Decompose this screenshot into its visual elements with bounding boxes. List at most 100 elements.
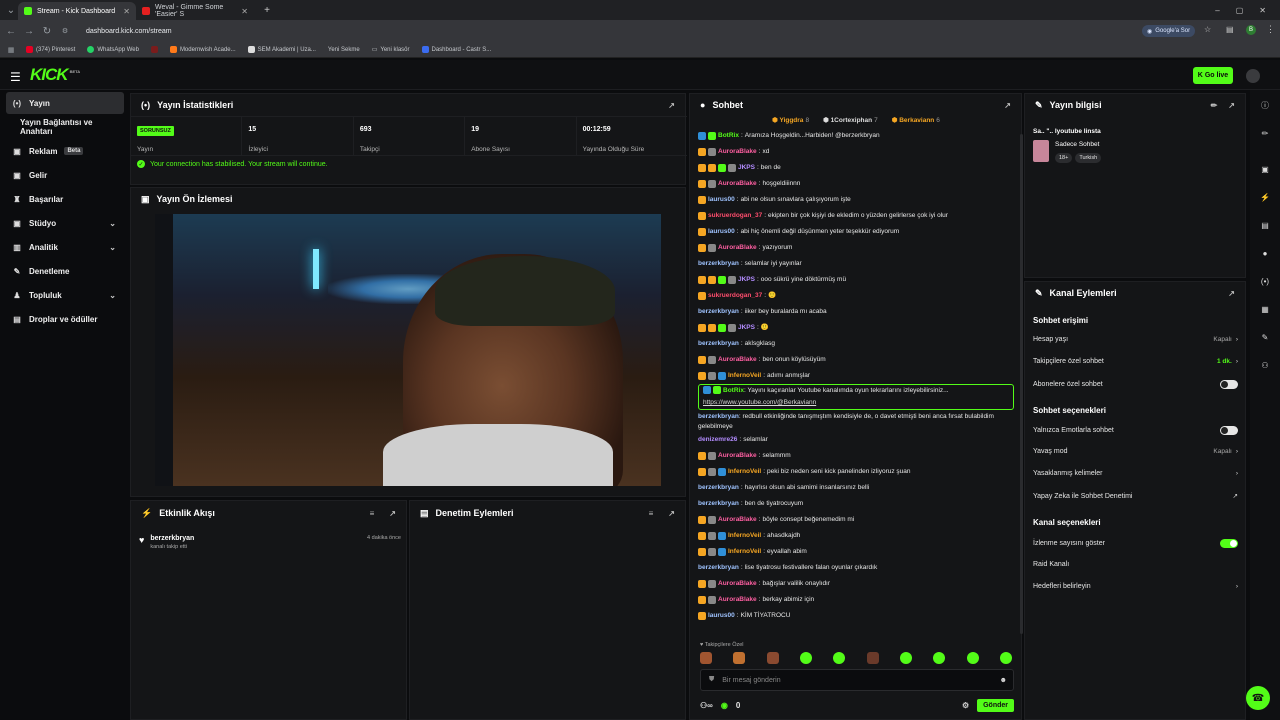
emote[interactable] <box>700 652 712 664</box>
browser-tab-kick[interactable]: Stream - Kick Dashboard ✕ <box>18 2 136 20</box>
emoji-icon[interactable]: ☻ <box>1000 677 1007 684</box>
bookmark-folder[interactable]: ▭ Yeni klasör <box>372 46 410 54</box>
sidebar-item-studyo[interactable]: ▣ Stüdyo ⌄ <box>6 212 124 234</box>
close-tab-icon[interactable]: ✕ <box>241 7 248 16</box>
emote[interactable] <box>799 652 812 664</box>
chat-username[interactable]: InfernoVeil <box>728 544 761 560</box>
emote[interactable] <box>866 652 879 664</box>
raid-row[interactable]: Raid Kanalı <box>1033 561 1238 568</box>
chat-username[interactable]: berzerkbryan <box>698 256 739 272</box>
chat-input[interactable]: ⛊ Bir mesaj gönderin ☻ <box>700 669 1014 691</box>
bookmark-blank[interactable] <box>150 46 158 53</box>
extensions-icon[interactable]: ▤ <box>1226 25 1234 34</box>
sidebar-item-yayin[interactable]: (•) Yayın <box>6 92 124 114</box>
browser-tab-youtube[interactable]: Weval - Gimme Some 'Easier' S ✕ <box>136 2 254 20</box>
user-avatar[interactable] <box>1246 69 1260 83</box>
filter-icon[interactable]: ≡ <box>649 509 654 518</box>
chat-username[interactable]: BotRix <box>723 387 744 394</box>
chat-username[interactable]: denizemre26 <box>698 432 737 448</box>
moderation-icon[interactable]: ▦ <box>1258 302 1272 316</box>
bookmark-castr[interactable]: Dashboard - Castr S... <box>421 46 491 53</box>
back-icon[interactable]: ← <box>4 26 18 37</box>
reload-icon[interactable]: ↻ <box>40 26 54 37</box>
chat-username[interactable]: InfernoVeil <box>728 464 761 480</box>
chat-username[interactable]: berzerkbryan <box>698 304 739 320</box>
ai-moderation-row[interactable]: Yapay Zeka ile Sohbet Denetimi ↗ <box>1033 492 1238 501</box>
popout-icon[interactable]: ↗ <box>668 509 675 518</box>
broadcast-icon[interactable]: (•) <box>1258 274 1272 288</box>
chat-username[interactable]: sukruerdogan_37 <box>708 208 762 224</box>
emote[interactable] <box>833 652 846 664</box>
show-viewers-toggle[interactable] <box>1220 539 1238 548</box>
settings-gear-icon[interactable]: ⚙ <box>962 701 969 710</box>
sidebar-item-analitik[interactable]: ▥ Analitik ⌄ <box>6 236 124 258</box>
scene-icon[interactable]: ▣ <box>1258 162 1272 176</box>
chat-username[interactable]: JKPS <box>738 320 755 336</box>
profile-avatar[interactable]: B <box>1246 25 1256 35</box>
chat-username[interactable]: AuroraBlake <box>718 352 757 368</box>
chat-scrollbar[interactable] <box>1020 134 1023 634</box>
go-live-button[interactable]: K Go live <box>1193 67 1233 84</box>
chat-username[interactable]: InfernoVeil <box>728 528 761 544</box>
sidebar-item-gelir[interactable]: ▣ Gelir <box>6 164 124 186</box>
popout-icon[interactable]: ↗ <box>668 101 675 110</box>
sidebar-item-reklam[interactable]: ▣ Reklam Beta <box>6 140 124 162</box>
chat-username[interactable]: InfernoVeil <box>728 368 761 384</box>
bookmark-modernwish[interactable]: Modernwish Acade... <box>169 46 236 53</box>
chat-username[interactable]: berzerkbryan <box>698 480 739 496</box>
account-age-row[interactable]: Hesap yaşı Kapalı › <box>1033 336 1238 343</box>
hamburger-menu-icon[interactable]: ☰ <box>10 70 21 84</box>
followers-only-row[interactable]: Takipçilere özel sohbet 1 dk. › <box>1033 358 1238 365</box>
emote[interactable] <box>999 652 1012 664</box>
browser-menu-icon[interactable]: ⋮ <box>1266 24 1275 35</box>
popout-icon[interactable]: ↗ <box>1228 289 1235 298</box>
popout-icon[interactable]: ↗ <box>389 509 396 518</box>
chat-username[interactable]: AuroraBlake <box>718 144 757 160</box>
lightning-icon[interactable]: ⚡ <box>1258 190 1272 204</box>
chat-username[interactable]: AuroraBlake <box>718 512 757 528</box>
close-tab-icon[interactable]: ✕ <box>123 7 130 16</box>
top-chatter[interactable]: ⬢ 1Cortexiphan 7 <box>823 116 878 128</box>
emote[interactable] <box>933 652 946 664</box>
url-field[interactable]: dashboard.kick.com/stream <box>86 28 172 35</box>
chat-username[interactable]: JKPS <box>738 272 755 288</box>
top-chatter[interactable]: ⬢ Berkaviann 6 <box>892 116 940 128</box>
bookmark-star-icon[interactable]: ☆ <box>1204 25 1211 34</box>
emote[interactable] <box>766 652 779 664</box>
maximize-icon[interactable]: ▢ <box>1236 6 1244 15</box>
subs-only-toggle[interactable] <box>1220 380 1238 389</box>
emote[interactable] <box>899 652 912 664</box>
bookmark-pinterest[interactable]: (374) Pinterest <box>26 46 75 53</box>
pencil-icon[interactable]: ✏ <box>1258 126 1272 140</box>
popout-icon[interactable]: ↗ <box>1228 101 1235 110</box>
chat-username[interactable]: AuroraBlake <box>718 176 757 192</box>
chat-username[interactable]: AuroraBlake <box>718 448 757 464</box>
sidebar-item-basarilar[interactable]: ♜ Başarılar <box>6 188 124 210</box>
forward-icon[interactable]: → <box>22 26 36 37</box>
send-button[interactable]: Gönder <box>977 698 1014 712</box>
emote-only-toggle[interactable] <box>1220 426 1238 435</box>
minimize-icon[interactable]: – <box>1215 6 1219 15</box>
close-window-icon[interactable]: ✕ <box>1259 6 1266 15</box>
chat-username[interactable]: sukruerdogan_37 <box>708 288 762 304</box>
emote[interactable] <box>733 652 746 664</box>
apps-grid-icon[interactable]: ▦ <box>4 46 18 54</box>
kick-logo[interactable]: KICK BETA <box>30 65 80 85</box>
site-info-icon[interactable]: ⚙ <box>58 27 72 35</box>
video-player[interactable] <box>155 214 661 486</box>
document-icon[interactable]: ▤ <box>1258 218 1272 232</box>
sidebar-item-topluluk[interactable]: ♟ Topluluk ⌄ <box>6 284 124 306</box>
chat-username[interactable]: AuroraBlake <box>718 592 757 608</box>
chat-username[interactable]: BotRix <box>718 128 739 144</box>
chat-username[interactable]: AuroraBlake <box>718 576 757 592</box>
chat-username[interactable]: berzerkbryan <box>698 560 739 576</box>
info-icon[interactable]: ⓘ <box>1258 98 1272 112</box>
chat-username[interactable]: berzerkbryan <box>698 496 739 512</box>
filter-icon[interactable]: ≡ <box>370 509 375 518</box>
new-tab-icon[interactable]: + <box>260 5 274 16</box>
sidebar-item-droplar[interactable]: ▤ Droplar ve ödüller <box>6 308 124 330</box>
top-chatter[interactable]: ⬢ Yiggdra 8 <box>772 116 809 128</box>
users-icon[interactable]: ⚇ <box>1258 358 1272 372</box>
chat-username[interactable]: JKPS <box>738 160 755 176</box>
sidebar-item-denetleme[interactable]: ✎ Denetleme <box>6 260 124 282</box>
